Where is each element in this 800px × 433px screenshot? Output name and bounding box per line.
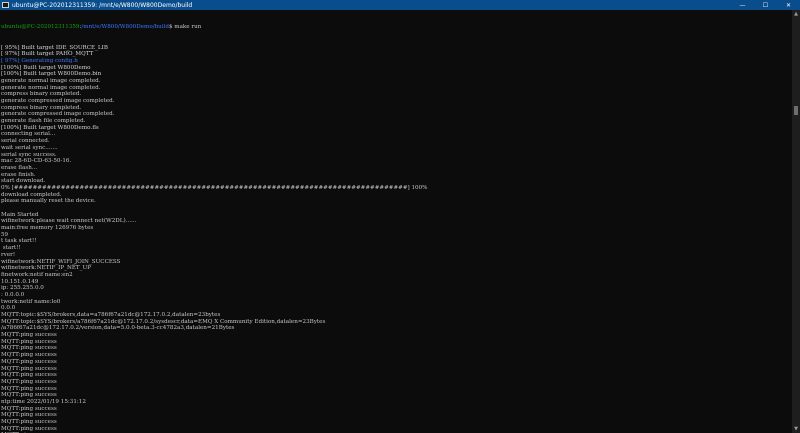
window-controls: — ☐ ✕ xyxy=(731,0,800,10)
close-icon[interactable]: ✕ xyxy=(777,0,800,10)
output-line: MQTT:ping success xyxy=(1,405,57,412)
output-line: [100%] Built target W800Demo xyxy=(1,64,91,71)
output-line: generate normal image completed. xyxy=(1,84,101,91)
output-line: MQTT:ping success xyxy=(1,412,57,419)
output-line: MQTT:ping success xyxy=(1,378,57,385)
output-line: twork:netif name:lo0 xyxy=(1,298,61,305)
output-line: connecting serial... xyxy=(1,131,56,138)
output-line: compress binary completed. xyxy=(1,91,82,98)
output-line: MQTT:topic:$SYS/brokers,data=a786f67a21d… xyxy=(1,312,221,318)
output-line: MQTT:ping success xyxy=(1,352,57,359)
output-line: MQTT:ping success xyxy=(1,372,57,379)
output-line: MQTT:ping success xyxy=(1,392,57,399)
output-line: wifinetwork:NETIF_WIFI_JOIN_SUCCESS xyxy=(1,258,121,265)
output-line: [100%] Built target W800Demo.bin xyxy=(1,71,102,78)
output-line: generate compressed image completed. xyxy=(1,98,115,104)
output-line: download completed. xyxy=(1,191,62,198)
output-line: start download. xyxy=(1,178,46,185)
output-line: wifinetwork:please wait connect net(W2DL… xyxy=(1,218,137,225)
output-line: ntp:time 2022/01/19 15:31:12 xyxy=(1,398,86,405)
output-line: /a786f67a21dc@172.17.0.2/version,data=5.… xyxy=(1,325,235,332)
scroll-down-arrow-icon[interactable]: ▼ xyxy=(792,425,800,433)
output-line: start!! xyxy=(1,245,21,252)
output-line: erase finish. xyxy=(1,171,36,178)
output-line: : 0.0.0.0 xyxy=(1,291,25,298)
prompt-user: ubuntu@PC-202012311359 xyxy=(1,24,80,31)
output-line: wifinetwork:NETIF_IP_NET_UP xyxy=(1,265,91,272)
output-line: ip: 255.255.0.0 xyxy=(1,285,44,292)
terminal-window: ubuntu@PC-202012311359: /mnt/e/W800/W800… xyxy=(0,0,800,433)
terminal-output[interactable]: ubuntu@PC-202012311359:/mnt/e/W800/W800D… xyxy=(1,11,792,433)
output-line: MQTT:ping success xyxy=(1,332,57,339)
prompt-command: make run xyxy=(172,24,202,31)
output-line: MQTT:ping success xyxy=(1,419,57,425)
output-line: MQTT:ping success xyxy=(1,425,57,432)
minimize-icon[interactable]: — xyxy=(731,0,754,10)
shell-prompt-line: ubuntu@PC-202012311359:/mnt/e/W800/W800D… xyxy=(1,24,792,31)
output-line: 10.151.0.149 xyxy=(1,278,39,285)
output-line: mac 28-6D-CD-63-50-16. xyxy=(1,158,72,165)
vertical-scrollbar[interactable]: ▲ ▼ xyxy=(792,10,800,433)
prompt-path: /mnt/e/W800/W800Demo/build xyxy=(81,24,169,31)
output-line: 59 xyxy=(1,231,9,238)
output-line: t task start!! xyxy=(1,238,37,245)
maximize-icon[interactable]: ☐ xyxy=(754,0,777,10)
output-line: finetwork:netif name:en2 xyxy=(1,271,73,278)
output-line: MQTT:ping success xyxy=(1,365,57,372)
output-line: [ 97%] Built target PAHO_MQTT xyxy=(1,51,94,58)
scrollbar-thumb[interactable] xyxy=(794,106,798,115)
output-line: [ 97%] Generating config.h xyxy=(1,57,78,64)
output-line: MQTT:ping success xyxy=(1,338,57,345)
output-line: generate normal image completed. xyxy=(1,77,101,84)
output-line: erase flash... xyxy=(1,164,38,171)
output-line: [ 95%] Built target IDE_SOURCE_LIB xyxy=(1,44,108,51)
window-title: ubuntu@PC-202012311359: /mnt/e/W800/W800… xyxy=(12,1,193,9)
title-bar[interactable]: ubuntu@PC-202012311359: /mnt/e/W800/W800… xyxy=(0,0,800,10)
output-line: serial connected. xyxy=(1,138,50,145)
output-line: compress binary completed. xyxy=(1,104,82,111)
scroll-up-arrow-icon[interactable]: ▲ xyxy=(792,10,800,18)
output-line: MQTT:ping success xyxy=(1,385,57,392)
output-line: 0% [####################################… xyxy=(1,184,428,191)
output-line: generate flash file completed. xyxy=(1,118,86,125)
output-line: MQTT:ping success xyxy=(1,345,57,352)
output-line: main:free memory 126976 bytes xyxy=(1,225,94,232)
output-line: MQTT:ping success xyxy=(1,358,57,365)
output-line: wait serial sync....... xyxy=(1,144,58,151)
output-line: [100%] Built target W800Demo.fls xyxy=(1,124,99,131)
output-line: serial sync success. xyxy=(1,151,57,158)
output-line: please manually reset the device. xyxy=(1,198,96,205)
output-line: 0.0.0 xyxy=(1,305,16,312)
output-line: rver! xyxy=(1,251,16,258)
output-line: generate compressed image completed. xyxy=(1,111,115,118)
terminal-app-icon xyxy=(2,2,9,8)
